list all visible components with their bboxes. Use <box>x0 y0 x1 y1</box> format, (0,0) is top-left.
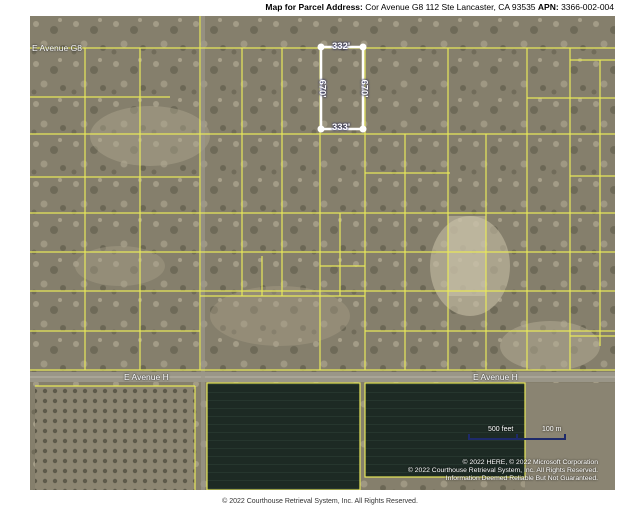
parcel-bottom-dimension: 333' <box>332 122 351 133</box>
parcel-left-dimension: 670' <box>316 79 328 98</box>
header-title-label: Map for Parcel Address: <box>265 2 363 12</box>
road-label-avenue-h-right: E Avenue H <box>473 372 518 382</box>
scale-meters-label: 100 m <box>542 426 562 433</box>
scale-bar: 500 feet 100 m <box>468 426 566 441</box>
map-copyright: © 2022 HERE, © 2022 Microsoft Corporatio… <box>398 459 598 483</box>
copyright-line-1: © 2022 HERE, © 2022 Microsoft Corporatio… <box>462 459 598 466</box>
map-header: Map for Parcel Address: Cor Avenue G8 11… <box>0 0 640 16</box>
copyright-line-3: Information Deemed Reliable But Not Guar… <box>445 475 598 482</box>
road-label-avenue-h-left: E Avenue H <box>124 372 169 382</box>
copyright-line-2: © 2022 Courthouse Retrieval System, Inc.… <box>407 467 598 474</box>
page-footer: © 2022 Courthouse Retrieval System, Inc.… <box>222 498 418 505</box>
parcel-right-dimension: 670' <box>358 79 370 98</box>
apn-label: APN: <box>537 2 559 12</box>
parcel-top-dimension: 332' <box>332 41 351 52</box>
road-label-avenue-g8: E Avenue G8 <box>32 43 82 53</box>
apn-value: 3366-002-004 <box>561 2 614 12</box>
parcel-address: Cor Avenue G8 112 Ste Lancaster, CA 9353… <box>365 2 536 12</box>
aerial-map[interactable]: 332' 333' 670' 670' E Avenue G8 E Avenue… <box>30 16 615 490</box>
scale-feet-label: 500 feet <box>488 426 514 433</box>
